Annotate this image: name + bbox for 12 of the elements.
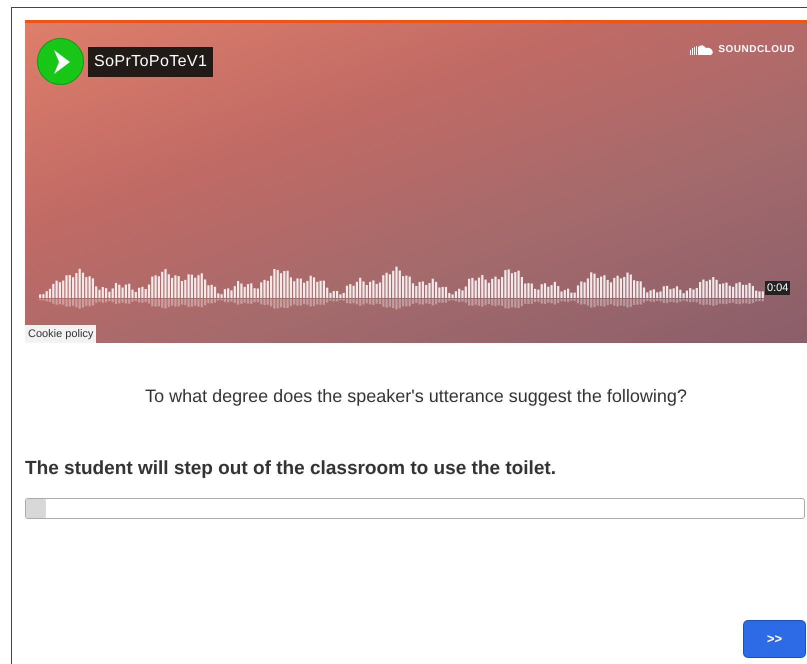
- play-icon: [52, 50, 70, 74]
- cloud-logo-icon: [690, 44, 714, 55]
- statement-text: The student will step out of the classroom to use the toilet.: [25, 457, 557, 481]
- time-label: 0:04: [765, 281, 790, 295]
- track-title: SoPrToPoTeV1: [88, 47, 214, 77]
- cookie-policy-link[interactable]: Cookie policy: [25, 324, 96, 343]
- slider-thumb[interactable]: [26, 498, 46, 518]
- brand-label: SOUNDCLOUD: [718, 43, 795, 57]
- question-text: To what degree does the speaker's utterance suggest the following?: [144, 385, 688, 408]
- rating-slider-track[interactable]: [25, 498, 805, 518]
- play-button[interactable]: [37, 38, 84, 85]
- next-button[interactable]: >>: [743, 620, 806, 658]
